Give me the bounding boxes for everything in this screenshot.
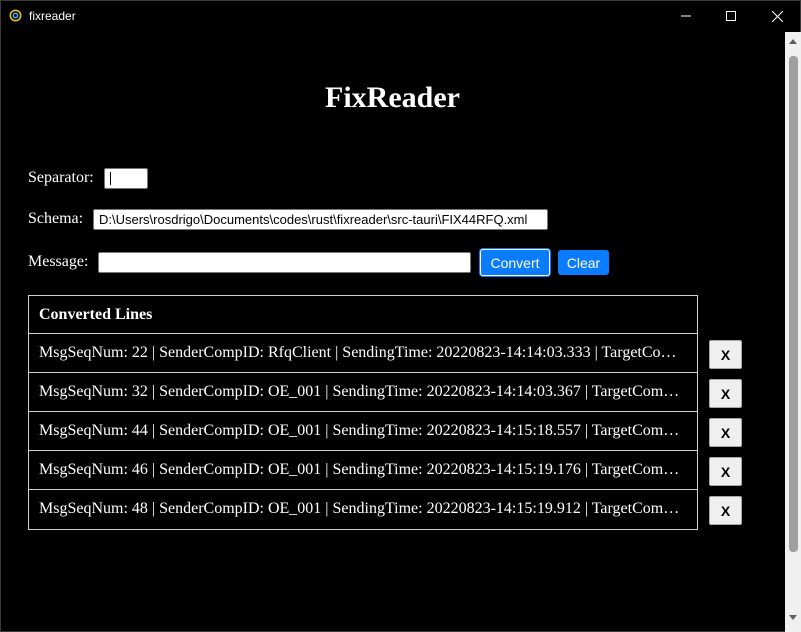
scroll-up-icon[interactable]	[789, 39, 797, 44]
schema-label: Schema:	[28, 210, 84, 227]
scrollbar-thumb[interactable]	[789, 56, 798, 552]
minimize-icon	[681, 15, 691, 17]
close-button[interactable]	[754, 1, 800, 31]
table-header: Converted Lines	[29, 296, 697, 334]
maximize-button[interactable]	[708, 1, 754, 31]
page-title: FixReader	[325, 81, 460, 114]
remove-row-button[interactable]: X	[709, 379, 742, 408]
clear-button[interactable]: Clear	[558, 250, 609, 275]
maximize-icon	[726, 11, 736, 21]
app-window: fixreader FixReader Separator: Schema: D…	[0, 0, 801, 632]
table-row: MsgSeqNum: 22 | SenderCompID: RfqClient …	[29, 334, 697, 373]
message-label: Message:	[28, 253, 89, 270]
text-cursor	[110, 172, 111, 186]
scroll-down-icon[interactable]	[789, 615, 797, 620]
convert-button[interactable]: Convert	[480, 249, 550, 276]
minimize-button[interactable]	[663, 1, 709, 31]
remove-row-button[interactable]: X	[709, 418, 742, 447]
separator-input[interactable]	[104, 168, 148, 189]
app-icon	[9, 9, 22, 22]
message-input[interactable]	[98, 252, 471, 273]
table-row: MsgSeqNum: 48 | SenderCompID: OE_001 | S…	[39, 500, 680, 517]
separator-label: Separator:	[28, 169, 94, 186]
converted-lines-table: Converted Lines MsgSeqNum: 22 | SenderCo…	[28, 295, 698, 530]
schema-input[interactable]: D:\Users\rosdrigo\Documents\codes\rust\f…	[93, 209, 548, 230]
remove-row-button[interactable]: X	[709, 340, 742, 369]
table-row: MsgSeqNum: 44 | SenderCompID: OE_001 | S…	[29, 412, 697, 451]
close-icon	[771, 10, 783, 22]
remove-row-button[interactable]: X	[709, 496, 742, 525]
title-bar[interactable]: fixreader	[1, 1, 800, 31]
remove-row-button[interactable]: X	[709, 457, 742, 486]
table-row: MsgSeqNum: 46 | SenderCompID: OE_001 | S…	[29, 451, 697, 490]
window-title: fixreader	[29, 9, 76, 23]
table-row: MsgSeqNum: 32 | SenderCompID: OE_001 | S…	[29, 373, 697, 412]
